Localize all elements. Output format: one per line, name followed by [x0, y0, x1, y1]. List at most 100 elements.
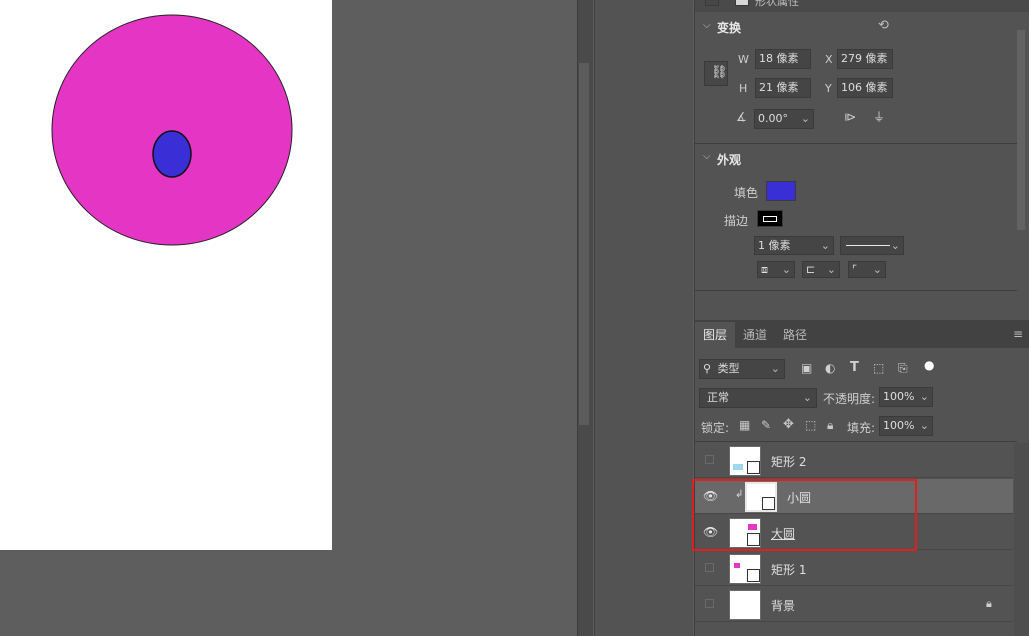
fill-opacity-field[interactable]: 100% ⌄ [879, 416, 933, 436]
chevron-down-icon: ⌄ [770, 362, 780, 375]
tab-paths[interactable]: 路径 [777, 322, 813, 348]
pixel-layer-filter-icon[interactable]: ▣ [801, 361, 812, 375]
stroke-width-value: 1 像素 [758, 239, 791, 252]
lock-transparent-pixels-icon[interactable]: ▦ [739, 418, 750, 432]
tab-channels[interactable]: 通道 [737, 322, 773, 348]
stroke-align-dropdown[interactable]: ⧈ ⌄ [757, 261, 795, 278]
chevron-down-icon[interactable]: ⌵ [703, 20, 711, 31]
x-label: X [825, 53, 833, 66]
lock-all-icon[interactable]: 🔒︎ [827, 418, 833, 433]
smart-object-filter-icon[interactable]: ⎘ [898, 361, 908, 376]
section-divider [695, 143, 1017, 144]
panel-menu-icon[interactable]: ≡ [1013, 327, 1023, 341]
adjustment-layer-filter-icon[interactable]: ◐ [825, 361, 835, 375]
stroke-color-swatch[interactable] [757, 210, 783, 227]
lock-label: 锁定: [701, 421, 730, 435]
stroke-cap-dropdown[interactable]: ⊏ ⌄ [802, 261, 840, 278]
stroke-width-field[interactable]: 1 像素 ⌄ [754, 236, 834, 255]
angle-icon: ∡ [736, 110, 747, 124]
fill-opacity-value: 100% [883, 419, 915, 432]
blend-mode-dropdown[interactable]: 正常 ⌄ [699, 388, 817, 408]
chevron-down-icon[interactable]: ⌵ [703, 151, 711, 162]
angle-field[interactable]: 0.00° ⌄ [754, 109, 814, 129]
transform-title[interactable]: 变换 [717, 19, 741, 36]
x-field[interactable]: 279 像素 [837, 49, 893, 69]
layer-thumbnail [729, 446, 761, 476]
shape-layer-filter-icon[interactable]: ⬚ [873, 361, 884, 375]
height-field[interactable]: 21 像素 [755, 78, 811, 98]
section-divider [695, 290, 1017, 291]
thumb-rect-shape [733, 464, 743, 470]
section-divider [695, 441, 1017, 442]
blend-mode-value: 正常 [707, 391, 729, 404]
stroke-swatch-inner [763, 216, 777, 222]
chevron-down-icon: ⌄ [781, 263, 791, 276]
lock-position-icon[interactable]: ✥ [783, 417, 794, 432]
layers-tab-bar: 图层 通道 路径 ≡ [695, 320, 1029, 348]
properties-header: 形状属性 [695, 0, 1029, 12]
layer-name[interactable]: 背景 [771, 597, 795, 614]
fill-opacity-label: 填充: [847, 421, 876, 435]
width-field[interactable]: 18 像素 [755, 49, 811, 69]
layer-filter-value: 类型 [717, 362, 740, 375]
tab-layers[interactable]: 图层 [695, 322, 735, 348]
big-circle-shape[interactable] [51, 14, 293, 246]
stroke-corner-dropdown[interactable]: ⌜ ⌄ [848, 261, 886, 278]
flip-horizontal-icon[interactable]: ⧐ [844, 110, 856, 124]
layer-row-background[interactable]: 背景 🔒︎ [695, 587, 1013, 622]
fill-label: 填色 [734, 186, 759, 200]
lock-icon[interactable]: 🔒︎ [986, 597, 992, 611]
layer-row-rect1[interactable]: 矩形 1 [695, 551, 1013, 586]
lock-artboard-icon[interactable]: ⬚ [805, 418, 816, 432]
appearance-title[interactable]: 外观 [717, 151, 741, 168]
hidden-eye-icon [705, 599, 714, 608]
layer-row-rect2[interactable]: 矩形 2 [695, 443, 1013, 478]
shape-layer-icon [747, 569, 760, 582]
chevron-down-icon: ⌄ [820, 239, 830, 252]
properties-scrollbar[interactable] [1017, 30, 1025, 230]
layer-name[interactable]: 矩形 1 [771, 561, 806, 578]
chevron-down-icon: ⌄ [890, 239, 900, 252]
opacity-field[interactable]: 100% ⌄ [879, 387, 933, 407]
small-circle-shape[interactable] [152, 130, 192, 178]
fill-color-swatch[interactable] [766, 181, 796, 201]
layer-filter-dropdown[interactable]: ⚲ 类型 ⌄ [699, 359, 785, 379]
reset-transform-icon[interactable]: ⟲ [878, 18, 889, 33]
document-artboard[interactable] [0, 0, 332, 550]
chevron-down-icon: ⌄ [919, 419, 929, 432]
layer-name[interactable]: 矩形 2 [771, 453, 806, 470]
shape-properties-icon [705, 0, 719, 6]
search-icon: ⚲ [703, 362, 712, 375]
hidden-eye-icon [705, 563, 714, 572]
opacity-value: 100% [883, 390, 915, 403]
chevron-down-icon: ⌄ [826, 263, 836, 276]
angle-value: 0.00° [758, 112, 788, 125]
stroke-type-dropdown[interactable]: ⌄ [840, 236, 904, 255]
shape-type-icon [735, 0, 749, 6]
link-dimensions-button[interactable]: ⛓ [704, 61, 728, 86]
layers-scrollbar[interactable] [1014, 443, 1029, 636]
filter-toggle-icon[interactable]: ● [924, 358, 934, 372]
chevron-down-icon: ⌄ [802, 391, 812, 404]
scrollbar-thumb[interactable] [579, 63, 589, 425]
stroke-align-icon: ⧈ [761, 263, 768, 276]
canvas-area[interactable] [0, 0, 577, 636]
highlight-annotation-box [692, 479, 917, 551]
layer-thumbnail [729, 554, 761, 584]
y-field[interactable]: 106 像素 [837, 78, 893, 98]
flip-vertical-icon[interactable]: ⏚ [873, 108, 885, 125]
visibility-toggle[interactable] [705, 563, 714, 572]
visibility-toggle[interactable] [705, 599, 714, 608]
artwork [51, 14, 293, 246]
chevron-down-icon: ⌄ [872, 263, 882, 276]
chevron-down-icon: ⌄ [919, 390, 929, 403]
w-label: W [738, 53, 749, 66]
collapsed-panel-dock [594, 0, 693, 636]
lock-image-pixels-icon[interactable]: ✎ [761, 418, 771, 432]
link-icon: ⛓ [711, 65, 728, 80]
type-layer-filter-icon[interactable]: T [850, 360, 859, 375]
stroke-label: 描边 [724, 214, 749, 228]
stroke-cap-icon: ⊏ [806, 263, 816, 276]
visibility-toggle[interactable] [705, 455, 714, 464]
opacity-label: 不透明度: [823, 392, 876, 406]
